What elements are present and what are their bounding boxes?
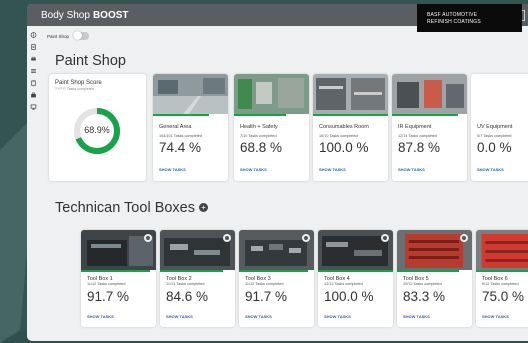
score-title: Paint Shop Score <box>55 80 102 86</box>
camera-icon[interactable] <box>460 234 468 242</box>
tool-box-progress-bar <box>160 270 224 272</box>
tool-box-percent: 91.7 % <box>245 289 288 304</box>
tool-box-tasks: 11/12 Tasks completed <box>87 282 126 286</box>
toggle-label: Paint Shop <box>47 33 70 39</box>
tool-box-card-6[interactable]: Tool Box 6 9/12 Tasks completed 75.0 % S… <box>476 230 528 327</box>
show-tasks-link[interactable]: SHOW TASKS <box>319 167 346 172</box>
tool-box-card-5[interactable]: Tool Box 5 10/12 Tasks completed 83.3 % … <box>397 230 472 327</box>
area-progress-bar <box>153 114 209 116</box>
camera-icon[interactable] <box>144 234 152 242</box>
score-value: 68.9% <box>84 125 110 135</box>
show-tasks-link[interactable]: SHOW TASKS <box>87 314 114 319</box>
tool-boxes-title: Technican Tool Boxes + <box>55 200 208 216</box>
area-card-general[interactable]: General Area 104/101 Tasks completed 74.… <box>153 74 228 181</box>
paint-shop-score-card: Paint Shop Score ??/??? Tasks completed … <box>49 74 146 181</box>
tool-box-progress-bar <box>397 270 460 272</box>
info-icon[interactable] <box>30 32 37 38</box>
tool-box-photo <box>476 230 528 270</box>
area-progress-bar <box>234 114 286 116</box>
show-tasks-link[interactable]: SHOW TASKS <box>403 314 430 319</box>
list-icon[interactable] <box>30 68 37 74</box>
tool-box-percent: 84.6 % <box>166 289 209 304</box>
general-area-photo <box>153 74 228 114</box>
tool-box-tasks: 10/12 Tasks completed <box>403 282 442 286</box>
tool-box-progress-bar <box>239 270 308 272</box>
show-tasks-link[interactable]: SHOW TASKS <box>245 314 272 319</box>
area-card-health-safety[interactable]: Health + Safety 7/10 Tasks completed 68.… <box>234 74 309 181</box>
car-icon[interactable] <box>30 56 37 62</box>
show-tasks-link[interactable]: SHOW TASKS <box>324 314 351 319</box>
tool-box-tasks: 11/12 Tasks completed <box>245 282 284 286</box>
add-tool-box-icon[interactable]: + <box>199 203 208 212</box>
app-title: Body Shop <box>41 9 90 21</box>
area-card-consumables[interactable]: Consumables Room 10/10 Tasks completed 1… <box>313 74 388 181</box>
tool-box-progress-bar <box>476 270 528 272</box>
tool-box-card-3[interactable]: Tool Box 3 11/12 Tasks completed 91.7 % … <box>239 230 314 327</box>
tool-box-percent: 91.7 % <box>87 289 130 304</box>
camera-icon[interactable] <box>381 234 389 242</box>
ir-equipment-photo <box>392 74 467 114</box>
camera-icon[interactable] <box>302 234 310 242</box>
area-name: Health + Safety <box>240 124 278 130</box>
area-percent: 74.4 % <box>159 140 202 155</box>
sidebar <box>27 26 40 341</box>
tool-box-progress-bar <box>81 270 150 272</box>
show-tasks-link[interactable]: SHOW TASKS <box>477 167 504 172</box>
brand-logo: BASF AUTOMOTIVE REFINISH COATINGS <box>417 4 522 32</box>
document-icon[interactable] <box>30 44 37 50</box>
camera-icon[interactable] <box>223 234 231 242</box>
show-tasks-link[interactable]: SHOW TASKS <box>159 167 186 172</box>
area-tasks: 104/101 Tasks completed <box>159 134 202 138</box>
app-window: Body ShopBOOST EN BASF AUTOMOTIVE REFINI… <box>27 4 528 341</box>
tool-box-card-4[interactable]: Tool Box 4 12/12 Tasks completed 100.0 %… <box>318 230 393 327</box>
area-percent: 0.0 % <box>477 140 512 155</box>
area-percent: 100.0 % <box>319 140 369 155</box>
area-tasks: 10/10 Tasks completed <box>319 134 358 138</box>
tool-box-card-2[interactable]: Tool Box 2 11/13 Tasks completed 84.6 % … <box>160 230 235 327</box>
area-percent: 87.8 % <box>398 140 441 155</box>
area-percent: 68.8 % <box>240 140 283 155</box>
uv-equipment-photo-empty <box>471 74 528 114</box>
area-name: Consumables Room <box>319 124 369 130</box>
tool-box-tasks: 12/12 Tasks completed <box>324 282 363 286</box>
tool-box-card-1[interactable]: Tool Box 1 11/12 Tasks completed 91.7 % … <box>81 230 156 327</box>
monitor-icon[interactable] <box>30 104 37 110</box>
tool-boxes-title-text: Technican Tool Boxes <box>55 200 195 216</box>
health-safety-photo <box>234 74 309 114</box>
app-title-bold: BOOST <box>92 9 129 21</box>
tool-box-tasks: 9/12 Tasks completed <box>482 282 519 286</box>
area-name: UV Equipment <box>477 124 513 130</box>
tool-box-percent: 83.3 % <box>403 289 446 304</box>
clipboard-icon[interactable] <box>30 80 37 86</box>
paint-shop-toggle-row: Paint Shop <box>47 31 90 40</box>
show-tasks-link[interactable]: SHOW TASKS <box>240 167 267 172</box>
area-tasks: 12/14 Tasks completed <box>398 134 437 138</box>
paint-shop-title: Paint Shop <box>55 53 126 69</box>
area-name: General Area <box>159 124 192 130</box>
tool-box-percent: 100.0 % <box>324 289 374 304</box>
area-progress-bar <box>313 114 388 116</box>
show-tasks-link[interactable]: SHOW TASKS <box>398 167 425 172</box>
area-card-uv-equipment[interactable]: UV Equipment 0/7 Tasks completed 0.0 % S… <box>471 74 528 181</box>
area-card-ir-equipment[interactable]: IR Equipment 12/14 Tasks completed 87.8 … <box>392 74 467 181</box>
toolbox-icon[interactable] <box>30 92 37 98</box>
tool-box-percent: 75.0 % <box>482 289 525 304</box>
tool-box-tasks: 11/13 Tasks completed <box>166 282 205 286</box>
paint-shop-toggle[interactable] <box>73 31 90 40</box>
area-progress-bar <box>392 114 458 116</box>
brand-line-2: REFINISH COATINGS <box>427 18 481 25</box>
show-tasks-link[interactable]: SHOW TASKS <box>166 314 193 319</box>
score-subtitle: ??/??? Tasks completed <box>55 87 94 91</box>
area-tasks: 0/7 Tasks completed <box>477 134 512 138</box>
show-tasks-link[interactable]: SHOW TASKS <box>482 314 509 319</box>
area-name: IR Equipment <box>398 124 432 130</box>
consumables-photo <box>313 74 388 114</box>
area-tasks: 7/10 Tasks completed <box>240 134 277 138</box>
tool-box-progress-bar <box>318 270 393 272</box>
